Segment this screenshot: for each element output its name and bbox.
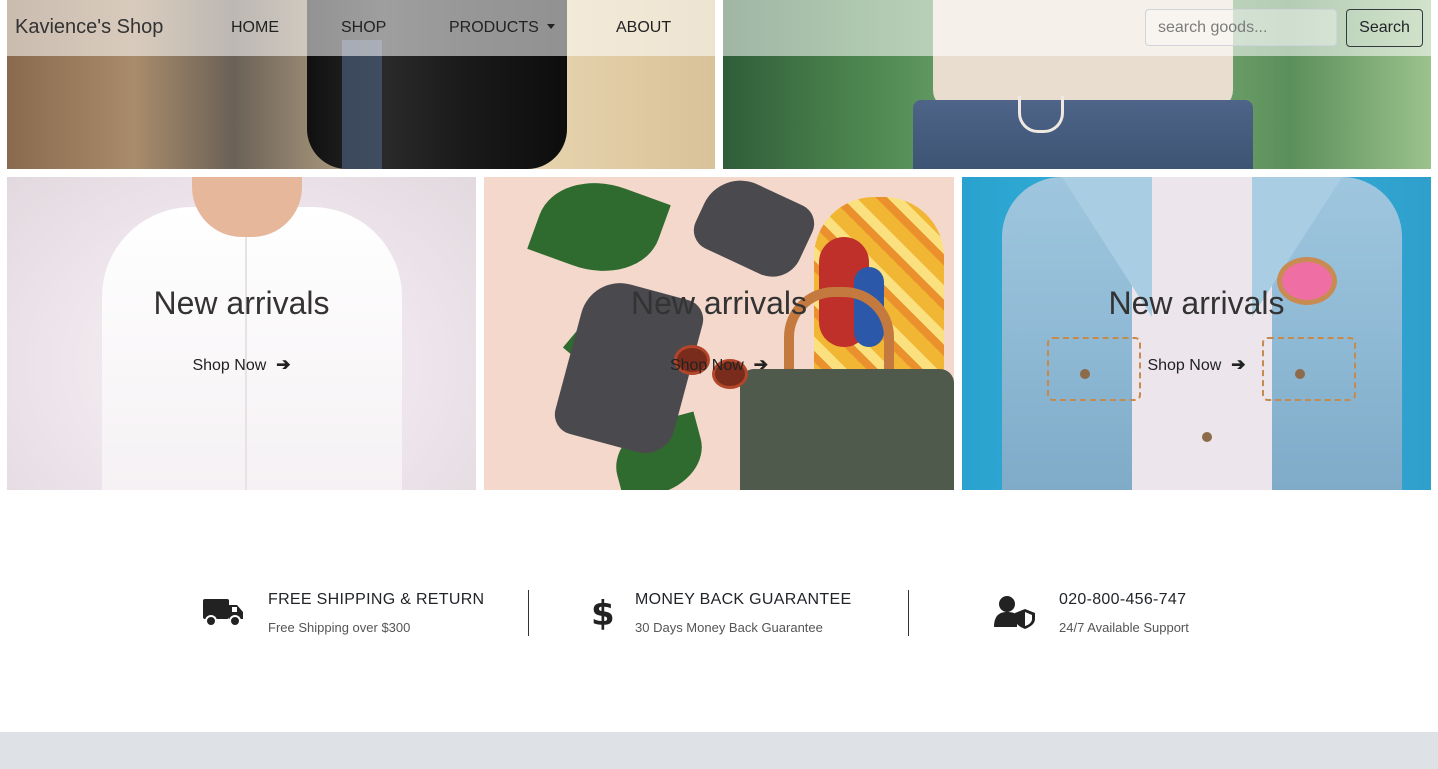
shorts-graphic <box>913 100 1253 169</box>
feature-subtitle: Free Shipping over $300 <box>268 620 411 635</box>
divider <box>908 590 909 636</box>
banner-content: New arrivals Shop Now ➔ <box>962 177 1431 490</box>
feature-title: FREE SHIPPING & RETURN <box>268 591 485 608</box>
banner-accessories[interactable]: New arrivals Shop Now ➔ <box>484 177 954 490</box>
feature-title: 020-800-456-747 <box>1059 591 1187 608</box>
nav-products-label: PRODUCTS <box>449 19 539 36</box>
banner-white-shirt[interactable]: New arrivals Shop Now ➔ <box>7 177 476 490</box>
user-shield-icon <box>994 595 1036 634</box>
shop-now-link[interactable]: Shop Now ➔ <box>962 355 1431 375</box>
search-input[interactable] <box>1145 9 1337 46</box>
footer <box>0 732 1438 769</box>
arrow-right-icon: ➔ <box>1231 355 1246 374</box>
caret-down-icon <box>546 24 555 29</box>
feature-subtitle: 30 Days Money Back Guarantee <box>635 620 823 635</box>
feature-subtitle: 24/7 Available Support <box>1059 620 1189 635</box>
nav-products-dropdown[interactable]: PRODUCTS <box>449 19 555 37</box>
banner-denim-jacket[interactable]: New arrivals Shop Now ➔ <box>962 177 1431 490</box>
truck-icon <box>203 597 244 632</box>
shop-now-label: Shop Now <box>1147 357 1222 374</box>
banner-content: New arrivals Shop Now ➔ <box>484 177 954 490</box>
arrow-right-icon: ➔ <box>753 355 769 374</box>
shirt-graphic <box>342 40 382 169</box>
search-button[interactable]: Search <box>1346 9 1423 47</box>
banner-title: New arrivals <box>1108 285 1285 321</box>
feature-title: MONEY BACK GUARANTEE <box>635 591 852 608</box>
shop-now-label: Shop Now <box>669 357 744 374</box>
banner-content: New arrivals Shop Now ➔ <box>7 177 476 490</box>
drawstring-graphic <box>1018 96 1064 133</box>
nav-home[interactable]: HOME <box>231 19 279 37</box>
shop-now-link[interactable]: Shop Now ➔ <box>7 355 476 375</box>
navbar: Kavience's Shop HOME SHOP PRODUCTS ABOUT… <box>0 0 1438 56</box>
nav-about[interactable]: ABOUT <box>616 19 671 37</box>
divider <box>528 590 529 636</box>
nav-shop[interactable]: SHOP <box>341 19 386 37</box>
banner-title: New arrivals <box>630 285 808 321</box>
brand-logo[interactable]: Kavience's Shop <box>15 16 163 39</box>
arrow-right-icon: ➔ <box>276 355 291 374</box>
shop-now-link[interactable]: Shop Now ➔ <box>484 355 954 375</box>
banner-title: New arrivals <box>153 285 330 321</box>
shop-now-label: Shop Now <box>192 357 267 374</box>
dollar-icon: $ <box>591 594 615 635</box>
svg-text:$: $ <box>591 594 613 630</box>
